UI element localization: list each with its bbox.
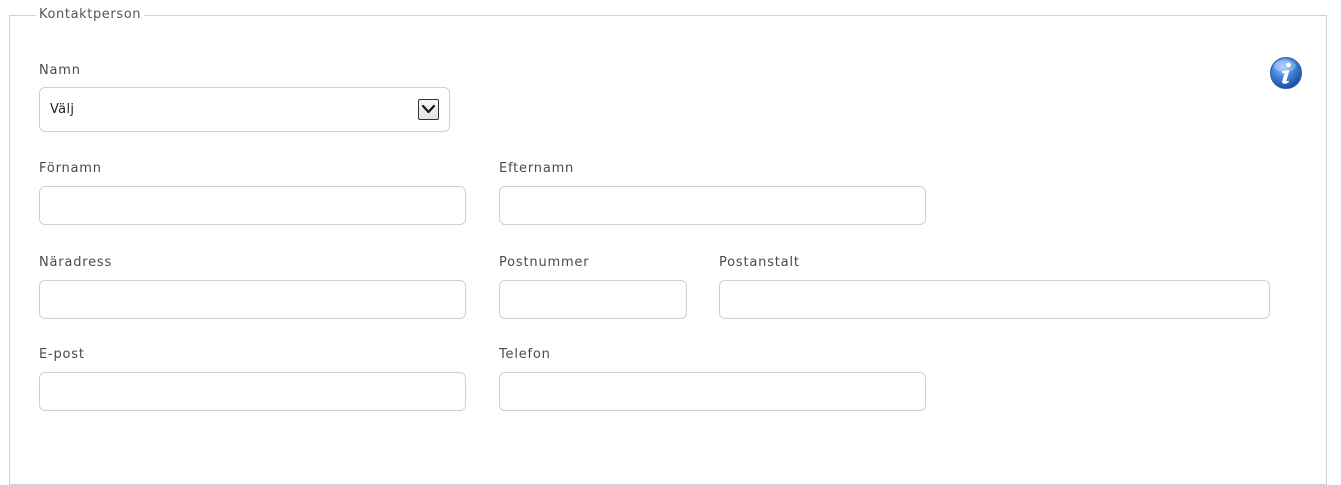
name-select-label: Namn <box>39 63 81 78</box>
city-field[interactable] <box>719 280 1270 319</box>
info-icon[interactable] <box>1269 56 1303 90</box>
contact-person-fieldset <box>9 15 1327 485</box>
city-label: Postanstalt <box>719 255 800 270</box>
phone-label: Telefon <box>499 347 551 362</box>
last-name-label: Efternamn <box>499 161 575 176</box>
last-name-field[interactable] <box>499 186 926 225</box>
chevron-down-icon[interactable] <box>418 99 439 120</box>
address-label: Näradress <box>39 255 113 270</box>
postal-code-field[interactable] <box>499 280 687 319</box>
address-field[interactable] <box>39 280 466 319</box>
phone-field[interactable] <box>499 372 926 411</box>
fieldset-legend: Kontaktperson <box>36 6 145 24</box>
first-name-field[interactable] <box>39 186 466 225</box>
postal-code-label: Postnummer <box>499 255 590 270</box>
name-select[interactable]: Välj <box>39 87 450 132</box>
first-name-label: Förnamn <box>39 161 102 176</box>
email-field[interactable] <box>39 372 466 411</box>
name-select-value: Välj <box>50 102 75 117</box>
email-label: E-post <box>39 347 85 362</box>
